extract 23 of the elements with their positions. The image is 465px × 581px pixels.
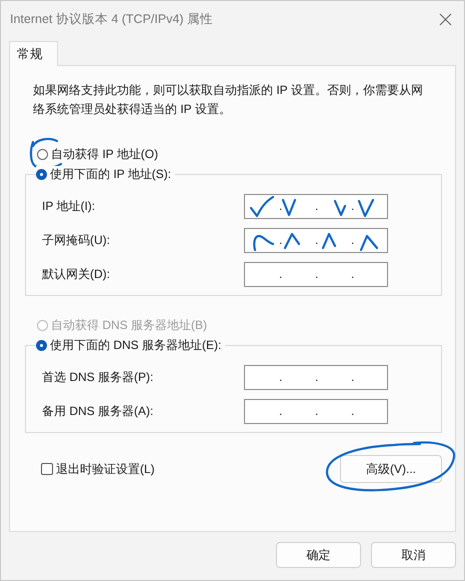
field-label: 备用 DNS 服务器(A): bbox=[42, 402, 154, 420]
ip-address-field[interactable]: . . . bbox=[244, 398, 388, 424]
dialog-button[interactable]: 确定 bbox=[276, 542, 361, 568]
description-text: 如果网络支持此功能，则可以获取自动指派的 IP 设置。否则，你需要从网络系统管理员处获得适当的 IP 设置。 bbox=[32, 82, 424, 118]
radio-button[interactable] bbox=[36, 340, 47, 351]
ip-address-field[interactable]: . . . bbox=[244, 262, 388, 286]
tab[interactable]: 常规 bbox=[9, 41, 58, 66]
checkbox[interactable] bbox=[41, 463, 53, 475]
field-label: 默认网关(D): bbox=[42, 266, 111, 282]
radio-button[interactable] bbox=[37, 148, 48, 160]
radio-label[interactable]: 自动获得 IP 地址(O) bbox=[51, 146, 158, 162]
advanced-button[interactable]: 高级(V)... bbox=[340, 455, 442, 483]
ip-address-field[interactable]: . . . bbox=[244, 228, 388, 252]
ip-address-field[interactable]: . . . bbox=[244, 364, 388, 390]
field-label: 首选 DNS 服务器(P): bbox=[42, 368, 154, 386]
ip-address-field[interactable]: . . . bbox=[244, 194, 388, 218]
radio-button[interactable] bbox=[36, 169, 47, 180]
dialog-button[interactable]: 取消 bbox=[371, 542, 456, 568]
window-title: Internet 协议版本 4 (TCP/IPv4) 属性 bbox=[10, 10, 214, 28]
checkbox-label[interactable]: 退出时验证设置(L) bbox=[56, 460, 155, 478]
field-label: 子网掩码(U): bbox=[42, 232, 111, 248]
close-icon[interactable] bbox=[439, 12, 452, 26]
field-label: IP 地址(I): bbox=[42, 198, 96, 214]
